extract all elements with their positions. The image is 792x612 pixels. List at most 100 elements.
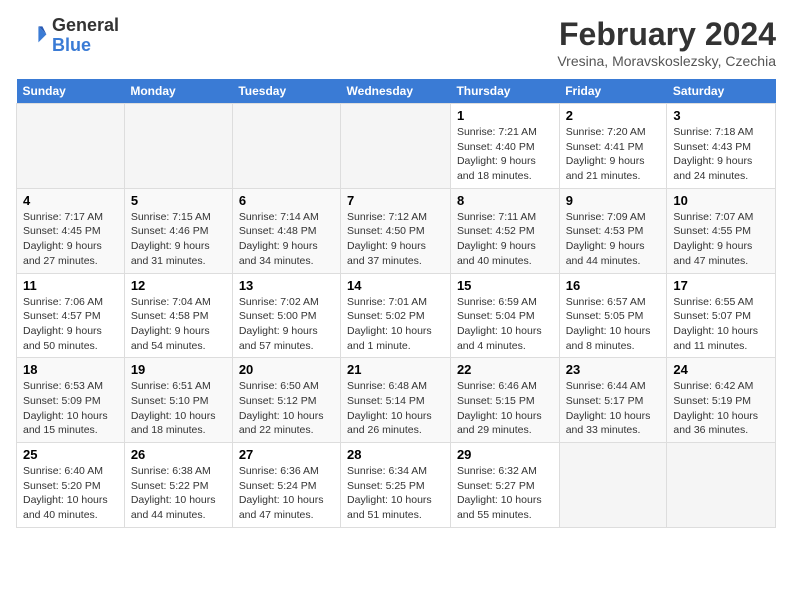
calendar-cell: 12 Sunrise: 7:04 AM Sunset: 4:58 PM Dayli… <box>124 273 232 358</box>
header: General Blue February 2024 Vresina, Mora… <box>16 16 776 69</box>
day-info: Sunrise: 7:14 AM Sunset: 4:48 PM Dayligh… <box>239 210 334 269</box>
day-number: 20 <box>239 362 334 377</box>
day-info: Sunrise: 6:34 AM Sunset: 5:25 PM Dayligh… <box>347 464 444 523</box>
calendar-cell: 1 Sunrise: 7:21 AM Sunset: 4:40 PM Daylig… <box>450 104 559 189</box>
calendar-cell <box>124 104 232 189</box>
calendar-cell <box>341 104 451 189</box>
day-number: 1 <box>457 108 553 123</box>
month-title: February 2024 <box>557 16 776 53</box>
day-of-week-header: Saturday <box>667 79 776 104</box>
calendar-cell: 24 Sunrise: 6:42 AM Sunset: 5:19 PM Dayli… <box>667 358 776 443</box>
calendar-week-row: 25 Sunrise: 6:40 AM Sunset: 5:20 PM Dayli… <box>17 443 776 528</box>
day-number: 28 <box>347 447 444 462</box>
logo-blue: Blue <box>52 36 119 56</box>
day-info: Sunrise: 7:18 AM Sunset: 4:43 PM Dayligh… <box>673 125 769 184</box>
calendar-cell: 29 Sunrise: 6:32 AM Sunset: 5:27 PM Dayli… <box>450 443 559 528</box>
calendar-cell: 14 Sunrise: 7:01 AM Sunset: 5:02 PM Dayli… <box>341 273 451 358</box>
day-number: 13 <box>239 278 334 293</box>
day-info: Sunrise: 6:50 AM Sunset: 5:12 PM Dayligh… <box>239 379 334 438</box>
day-info: Sunrise: 7:06 AM Sunset: 4:57 PM Dayligh… <box>23 295 118 354</box>
day-number: 25 <box>23 447 118 462</box>
day-number: 27 <box>239 447 334 462</box>
calendar-cell: 5 Sunrise: 7:15 AM Sunset: 4:46 PM Daylig… <box>124 188 232 273</box>
calendar-cell <box>232 104 340 189</box>
day-info: Sunrise: 6:40 AM Sunset: 5:20 PM Dayligh… <box>23 464 118 523</box>
calendar-cell: 17 Sunrise: 6:55 AM Sunset: 5:07 PM Dayli… <box>667 273 776 358</box>
day-info: Sunrise: 7:01 AM Sunset: 5:02 PM Dayligh… <box>347 295 444 354</box>
day-number: 19 <box>131 362 226 377</box>
calendar-cell: 16 Sunrise: 6:57 AM Sunset: 5:05 PM Dayli… <box>559 273 667 358</box>
day-of-week-header: Friday <box>559 79 667 104</box>
calendar-cell <box>17 104 125 189</box>
location: Vresina, Moravskoslezsky, Czechia <box>557 53 776 69</box>
day-info: Sunrise: 7:15 AM Sunset: 4:46 PM Dayligh… <box>131 210 226 269</box>
day-number: 17 <box>673 278 769 293</box>
calendar-cell: 7 Sunrise: 7:12 AM Sunset: 4:50 PM Daylig… <box>341 188 451 273</box>
calendar-cell: 6 Sunrise: 7:14 AM Sunset: 4:48 PM Daylig… <box>232 188 340 273</box>
day-info: Sunrise: 7:02 AM Sunset: 5:00 PM Dayligh… <box>239 295 334 354</box>
day-of-week-header: Monday <box>124 79 232 104</box>
calendar-week-row: 11 Sunrise: 7:06 AM Sunset: 4:57 PM Dayli… <box>17 273 776 358</box>
day-info: Sunrise: 6:48 AM Sunset: 5:14 PM Dayligh… <box>347 379 444 438</box>
logo-icon <box>16 20 48 52</box>
day-number: 26 <box>131 447 226 462</box>
day-number: 9 <box>566 193 661 208</box>
day-number: 6 <box>239 193 334 208</box>
calendar-cell: 18 Sunrise: 6:53 AM Sunset: 5:09 PM Dayli… <box>17 358 125 443</box>
calendar-cell: 10Sunrise: 7:07 AM Sunset: 4:55 PM Dayli… <box>667 188 776 273</box>
day-info: Sunrise: 6:42 AM Sunset: 5:19 PM Dayligh… <box>673 379 769 438</box>
calendar-cell: 23 Sunrise: 6:44 AM Sunset: 5:17 PM Dayli… <box>559 358 667 443</box>
calendar-cell: 2Sunrise: 7:20 AM Sunset: 4:41 PM Daylig… <box>559 104 667 189</box>
logo: General Blue <box>16 16 119 56</box>
day-info: Sunrise: 7:11 AM Sunset: 4:52 PM Dayligh… <box>457 210 553 269</box>
day-number: 4 <box>23 193 118 208</box>
calendar-cell: 26Sunrise: 6:38 AM Sunset: 5:22 PM Dayli… <box>124 443 232 528</box>
logo-text: General Blue <box>52 16 119 56</box>
day-info: Sunrise: 6:46 AM Sunset: 5:15 PM Dayligh… <box>457 379 553 438</box>
day-number: 12 <box>131 278 226 293</box>
day-info: Sunrise: 7:21 AM Sunset: 4:40 PM Dayligh… <box>457 125 553 184</box>
day-info: Sunrise: 6:59 AM Sunset: 5:04 PM Dayligh… <box>457 295 553 354</box>
day-number: 18 <box>23 362 118 377</box>
day-info: Sunrise: 6:55 AM Sunset: 5:07 PM Dayligh… <box>673 295 769 354</box>
day-info: Sunrise: 6:53 AM Sunset: 5:09 PM Dayligh… <box>23 379 118 438</box>
day-of-week-header: Thursday <box>450 79 559 104</box>
day-number: 14 <box>347 278 444 293</box>
day-number: 21 <box>347 362 444 377</box>
day-info: Sunrise: 6:32 AM Sunset: 5:27 PM Dayligh… <box>457 464 553 523</box>
calendar-cell: 21 Sunrise: 6:48 AM Sunset: 5:14 PM Dayli… <box>341 358 451 443</box>
calendar-cell: 13 Sunrise: 7:02 AM Sunset: 5:00 PM Dayli… <box>232 273 340 358</box>
day-number: 7 <box>347 193 444 208</box>
day-info: Sunrise: 7:12 AM Sunset: 4:50 PM Dayligh… <box>347 210 444 269</box>
day-info: Sunrise: 6:57 AM Sunset: 5:05 PM Dayligh… <box>566 295 661 354</box>
calendar-cell: 27Sunrise: 6:36 AM Sunset: 5:24 PM Dayli… <box>232 443 340 528</box>
day-info: Sunrise: 7:17 AM Sunset: 4:45 PM Dayligh… <box>23 210 118 269</box>
day-info: Sunrise: 6:44 AM Sunset: 5:17 PM Dayligh… <box>566 379 661 438</box>
day-number: 5 <box>131 193 226 208</box>
day-number: 23 <box>566 362 661 377</box>
calendar-cell: 22 Sunrise: 6:46 AM Sunset: 5:15 PM Dayli… <box>450 358 559 443</box>
calendar-cell: 20 Sunrise: 6:50 AM Sunset: 5:12 PM Dayli… <box>232 358 340 443</box>
day-number: 16 <box>566 278 661 293</box>
calendar-cell: 4 Sunrise: 7:17 AM Sunset: 4:45 PM Daylig… <box>17 188 125 273</box>
day-number: 11 <box>23 278 118 293</box>
calendar-cell: 8 Sunrise: 7:11 AM Sunset: 4:52 PM Daylig… <box>450 188 559 273</box>
calendar-cell: 28 Sunrise: 6:34 AM Sunset: 5:25 PM Dayli… <box>341 443 451 528</box>
day-number: 8 <box>457 193 553 208</box>
calendar-cell: 9Sunrise: 7:09 AM Sunset: 4:53 PM Daylig… <box>559 188 667 273</box>
calendar-cell: 11 Sunrise: 7:06 AM Sunset: 4:57 PM Dayli… <box>17 273 125 358</box>
day-number: 15 <box>457 278 553 293</box>
title-area: February 2024 Vresina, Moravskoslezsky, … <box>557 16 776 69</box>
day-number: 24 <box>673 362 769 377</box>
logo-general: General <box>52 16 119 36</box>
day-info: Sunrise: 7:20 AM Sunset: 4:41 PM Dayligh… <box>566 125 661 184</box>
day-info: Sunrise: 7:04 AM Sunset: 4:58 PM Dayligh… <box>131 295 226 354</box>
day-number: 29 <box>457 447 553 462</box>
day-number: 22 <box>457 362 553 377</box>
calendar-cell: 15 Sunrise: 6:59 AM Sunset: 5:04 PM Dayli… <box>450 273 559 358</box>
day-of-week-header: Wednesday <box>341 79 451 104</box>
calendar-cell <box>667 443 776 528</box>
calendar-cell: 19Sunrise: 6:51 AM Sunset: 5:10 PM Dayli… <box>124 358 232 443</box>
calendar-table: SundayMondayTuesdayWednesdayThursdayFrid… <box>16 79 776 528</box>
calendar-week-row: 18 Sunrise: 6:53 AM Sunset: 5:09 PM Dayli… <box>17 358 776 443</box>
